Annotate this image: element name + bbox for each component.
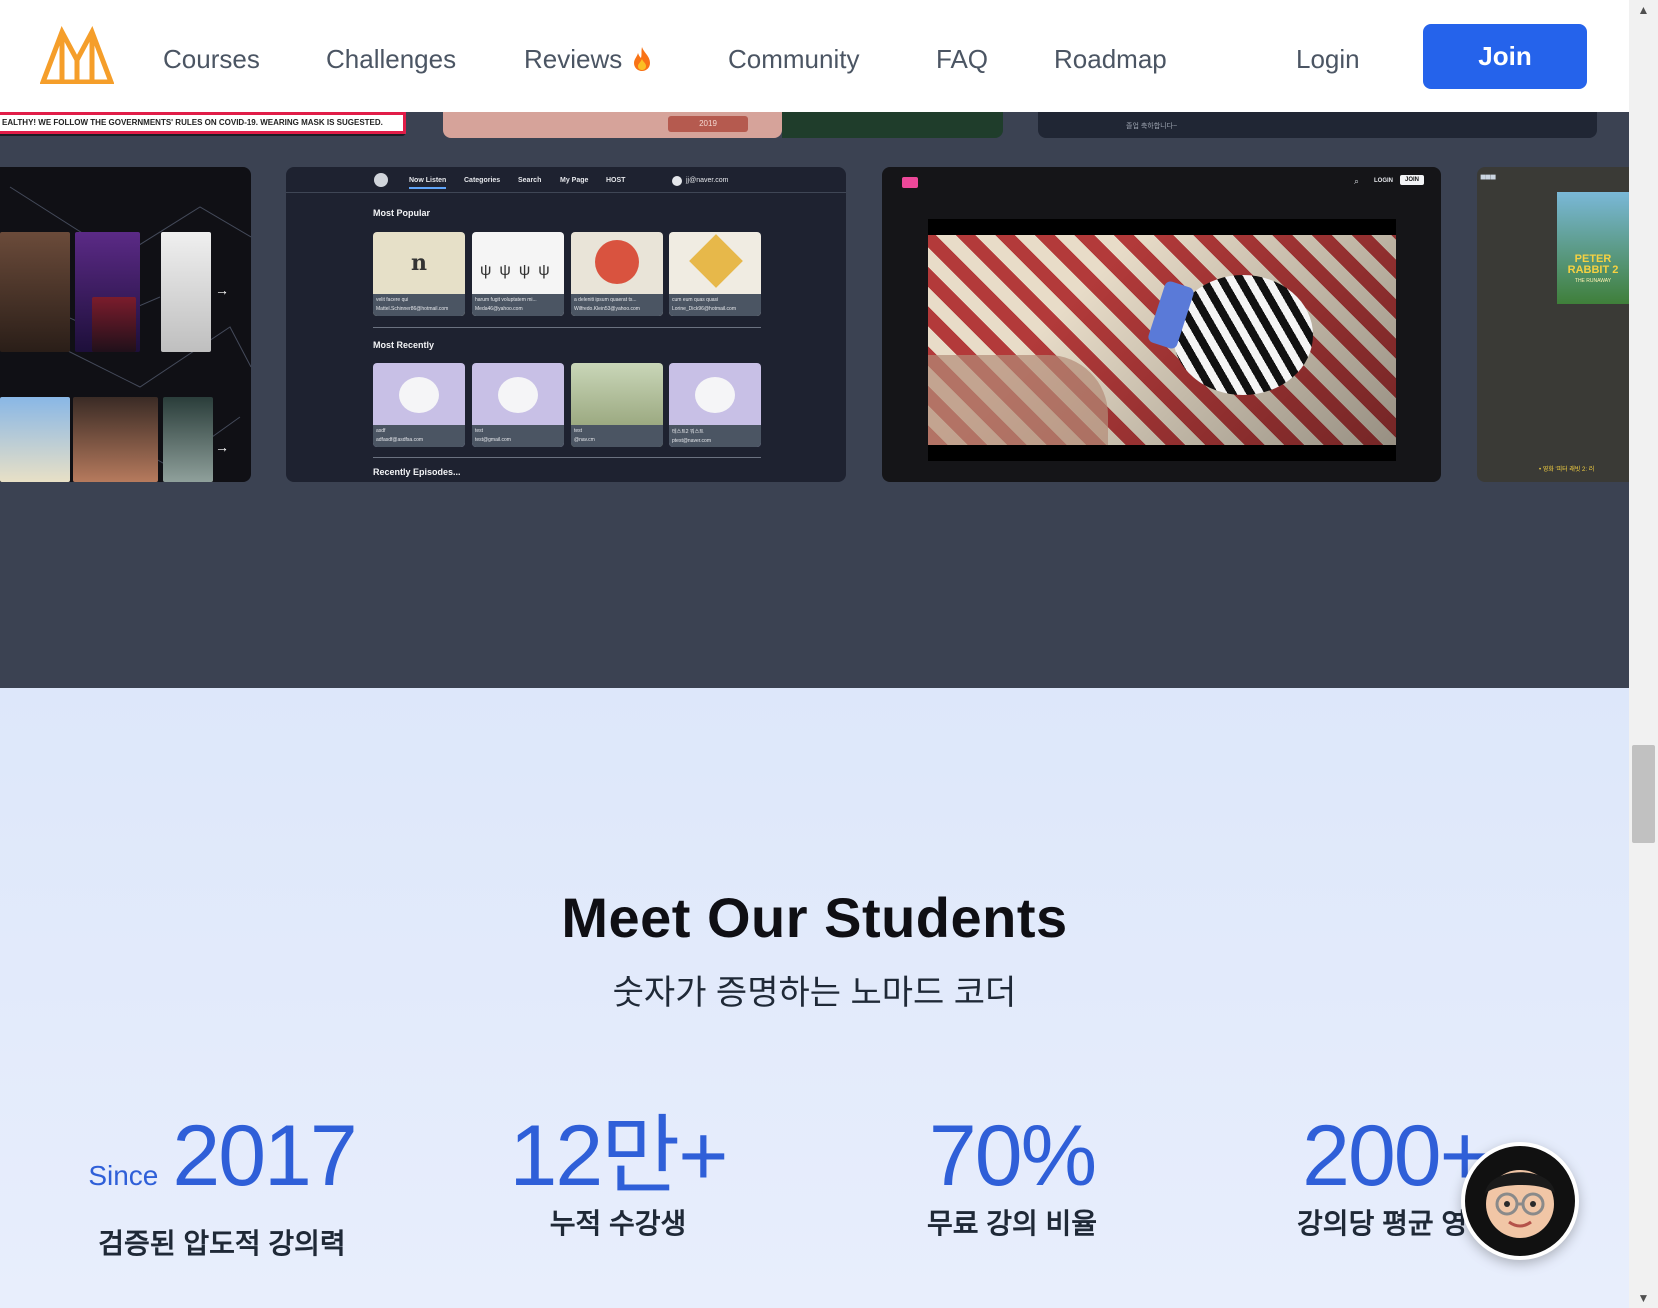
nav-faq[interactable]: FAQ	[936, 40, 988, 78]
podcast-card[interactable]: ψψψψ harum fugit voluptatem mi... Meda46@…	[472, 232, 564, 316]
showcase-thumb-movie-posters: → →	[0, 167, 251, 482]
r-logo-icon	[689, 234, 743, 288]
newsic-logo: n	[411, 250, 427, 276]
podcast-card[interactable]: 테스트2 뭐스트 ptest@naver.com	[669, 363, 761, 447]
arrow-right-icon[interactable]: →	[215, 439, 229, 455]
striped-pillow	[1173, 275, 1313, 395]
top-navbar: Courses Challenges Reviews Community FAQ…	[0, 0, 1629, 112]
robot-avatar-icon	[399, 377, 439, 413]
stat-value: 70%	[928, 1108, 1097, 1204]
movie-poster[interactable]	[92, 297, 136, 352]
arrow-right-icon[interactable]: →	[215, 282, 229, 298]
meet-our-students-section: Meet Our Students 숫자가 증명하는 노마드 코더 Since 2…	[0, 688, 1629, 1308]
movie-poster[interactable]	[0, 232, 70, 352]
showcase-thumb-dark-site: 졸업 축하합니다~	[1038, 112, 1597, 138]
stat-prefix: Since	[88, 1160, 159, 1191]
nav-courses[interactable]: Courses	[163, 40, 260, 78]
stat-value: 2017	[172, 1108, 357, 1204]
movie-poster[interactable]	[161, 232, 211, 352]
join-button[interactable]: Join	[1423, 24, 1587, 89]
podcast-card[interactable]: a deleniti ipsum quaerat ts... Wilfredo.K…	[571, 232, 663, 316]
poster-title: PETER RABBIT 2	[1567, 253, 1619, 276]
section-title: Meet Our Students	[561, 886, 1068, 949]
podcast-card[interactable]: cum eum quas quasi Lorine_Dick96@hotmail.…	[669, 232, 761, 316]
showcase-thumb-video-app: ⌕ LOGIN JOIN	[882, 167, 1441, 482]
covid-banner-text: EALTHY! WE FOLLOW THE GOVERNMENTS' RULES…	[0, 112, 406, 134]
stat-since: Since 2017 검증된 압도적 강의력	[72, 1108, 372, 1262]
stat-caption: 누적 수강생	[549, 1208, 687, 1239]
podcast-card[interactable]: test test@gmail.com	[472, 363, 564, 447]
podcast-section-heading: Recently Episodes...	[373, 467, 461, 477]
divider	[373, 327, 761, 328]
video-frame	[928, 235, 1396, 445]
nav-roadmap[interactable]: Roadmap	[1054, 40, 1167, 78]
movie-poster[interactable]	[73, 397, 158, 482]
podcast-nav-item[interactable]: Search	[518, 177, 541, 184]
movie-poster[interactable]: PETER RABBIT 2 THE RUNAWAY	[1557, 192, 1629, 304]
fire-icon	[632, 44, 652, 82]
window-dots-icon: ■■■	[1480, 172, 1496, 183]
podcast-user-email: jj@naver.com	[686, 177, 729, 184]
user-avatar-icon	[672, 176, 682, 186]
scroll-down-arrow-icon[interactable]: ▼	[1629, 1288, 1658, 1308]
podcast-nav-item[interactable]: My Page	[560, 177, 588, 184]
stat-students: 12만+ 누적 수강생	[468, 1108, 768, 1242]
nav-community[interactable]: Community	[728, 40, 859, 78]
podcast-card[interactable]: asdf adfasdf@asdfsa.com	[373, 363, 465, 447]
podcast-section-heading: Most Recently	[373, 340, 435, 350]
stat-value: 12만+	[509, 1108, 728, 1204]
showcase-thumb-podcast-app: Now Listen Categories Search My Page HOS…	[286, 167, 846, 482]
podcast-nav-item[interactable]: HOST	[606, 177, 625, 184]
video-login-link[interactable]: LOGIN	[1374, 178, 1393, 184]
year-tag: 2019	[668, 116, 748, 132]
play-logo-icon	[902, 177, 918, 188]
showcase-thumb-covid-site: EALTHY! WE FOLLOW THE GOVERNMENTS' RULES…	[0, 112, 406, 136]
nav-reviews[interactable]: Reviews	[524, 40, 652, 82]
search-icon[interactable]: ⌕	[1354, 176, 1359, 187]
stat-free-ratio: 70% 무료 강의 비율	[862, 1108, 1162, 1242]
poster-subtitle: THE RUNAWAY	[1574, 278, 1612, 284]
chat-avatar-button[interactable]	[1461, 1142, 1579, 1260]
robot-avatar-icon	[695, 377, 735, 413]
podcast-card[interactable]: n velit facere qui Mattel.Schinner86@hotm…	[373, 232, 465, 316]
video-player[interactable]	[928, 219, 1396, 461]
page: Courses Challenges Reviews Community FAQ…	[0, 0, 1658, 1308]
project-showcase: EALTHY! WE FOLLOW THE GOVERNMENTS' RULES…	[0, 112, 1629, 688]
person-arm	[928, 355, 1108, 445]
podcast-nav-item[interactable]: Categories	[464, 177, 500, 184]
login-link[interactable]: Login	[1296, 40, 1360, 78]
nav-reviews-label: Reviews	[524, 44, 623, 74]
microphone-icon: ψψψψ	[480, 262, 558, 279]
peach-podcast-icon	[595, 240, 639, 284]
strip-caption: 졸업 축하합니다~	[1126, 123, 1178, 130]
divider	[373, 457, 761, 458]
stat-caption: 무료 강의 비율	[926, 1208, 1098, 1239]
showcase-thumb-green-site	[782, 112, 1003, 138]
podcast-card[interactable]: test @nav.cm	[571, 363, 663, 447]
memoji-avatar-icon	[1485, 1170, 1555, 1238]
movie-caption: • 영화 '피터 래빗 2: 러	[1539, 467, 1595, 473]
video-join-button[interactable]: JOIN	[1400, 175, 1425, 185]
scrollbar-thumb[interactable]	[1632, 745, 1655, 843]
vertical-scrollbar[interactable]: ▲ ▼	[1629, 0, 1658, 1308]
scroll-up-arrow-icon[interactable]: ▲	[1629, 0, 1658, 20]
movie-poster[interactable]	[163, 397, 213, 482]
nomad-coders-logo[interactable]	[40, 26, 114, 84]
showcase-thumb-pink-site: 2019	[443, 112, 782, 138]
podcast-section-heading: Most Popular	[373, 208, 431, 218]
stat-caption: 검증된 압도적 강의력	[98, 1228, 346, 1259]
section-subtitle: 숫자가 증명하는 노마드 코더	[612, 974, 1017, 1012]
podcast-nav-item[interactable]: Now Listen	[409, 177, 447, 189]
nav-challenges[interactable]: Challenges	[326, 40, 456, 78]
podcast-logo-icon	[374, 173, 388, 187]
showcase-thumb-movie-site: ■■■ PETER RABBIT 2 THE RUNAWAY • 영화 '피터 …	[1477, 167, 1629, 482]
robot-avatar-icon	[498, 377, 538, 413]
movie-poster[interactable]	[0, 397, 70, 482]
